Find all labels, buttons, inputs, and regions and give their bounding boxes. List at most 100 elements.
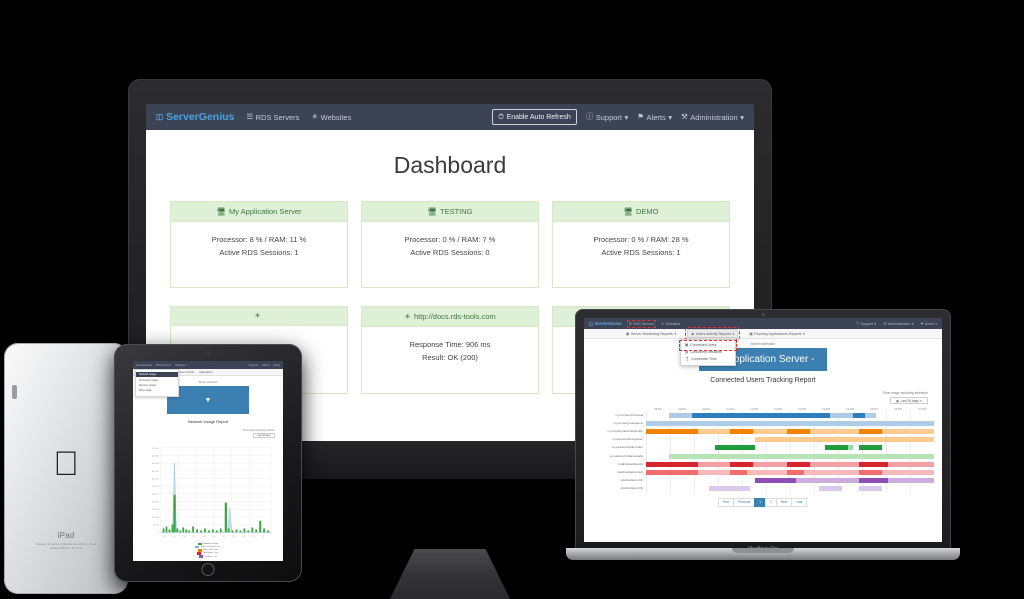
gantt-bar[interactable] xyxy=(859,486,883,492)
menu-item-connection-time[interactable]: ⌛ Connection Time xyxy=(681,356,735,363)
server-card[interactable]: 🖥 My Application Server Processor: 8 % /… xyxy=(170,201,348,289)
pagination-previous[interactable]: Previous xyxy=(732,497,756,507)
laptop-nav-websites[interactable]: ☀ Websites xyxy=(661,322,680,326)
website-card[interactable]: ☀ http://docs.rds-tools.com Response Tim… xyxy=(361,306,539,394)
server-card[interactable]: 🖥 TESTING Processor: 0 % / RAM: 7 % Acti… xyxy=(361,201,539,289)
server-card-header: 🖥 My Application Server xyxy=(171,202,347,222)
svg-text:08: 08 xyxy=(233,536,235,538)
subnav-users-activity-reports[interactable]: ♟ Users Activity Reports ▾ xyxy=(685,327,741,340)
website-card-line1: Response Time: 906 ms xyxy=(409,340,491,350)
nav-item-administration[interactable]: ⚒ Administration ▾ xyxy=(681,113,744,122)
gantt-bar[interactable] xyxy=(864,420,934,426)
laptop-time-range-button[interactable]: ▦ Last 30 days ▾ xyxy=(890,397,928,404)
laptop-nav-support[interactable]: ⓘ Support ▾ xyxy=(856,321,876,326)
gantt-bar[interactable] xyxy=(784,420,802,426)
svg-text:02: 02 xyxy=(173,536,175,538)
server-card-header: 🖥 TESTING xyxy=(362,202,538,222)
menu-item-connected-users[interactable]: ▦ Connected Users xyxy=(679,339,737,351)
laptop-trackpad-notch xyxy=(732,548,794,553)
enable-auto-refresh-button[interactable]: ⏱ Enable Auto Refresh xyxy=(492,109,577,125)
pagination-first[interactable]: First xyxy=(717,497,734,507)
server-card-body: Processor: 8 % / RAM: 11 % Active RDS Se… xyxy=(171,222,347,287)
gantt-row-label: my-company/david.danbertech xyxy=(607,429,643,433)
laptop-camera-icon xyxy=(761,313,765,316)
laptop-nav-rds-servers[interactable]: ☰ RDS Servers xyxy=(626,319,657,328)
gantt-bar[interactable] xyxy=(859,469,883,475)
gantt-row-label: my-company/chris.seda xyxy=(615,413,643,417)
gantt-row-label: my-partners/cordlia.cascadia xyxy=(609,454,643,458)
brand-logo[interactable]: ◫ ServerGenius xyxy=(156,111,234,123)
bell-icon: ⚑ xyxy=(920,321,924,326)
tablet-nav-alerts[interactable]: Alerts xyxy=(273,364,280,367)
gantt-track xyxy=(646,460,934,469)
tablet-navbar: ServerGenius RDS Servers Websites Suppor… xyxy=(133,361,283,369)
gantt-bar[interactable] xyxy=(859,478,888,484)
svg-text:04: 04 xyxy=(193,536,195,538)
nav-label: Administration xyxy=(887,321,911,326)
gantt-bar[interactable] xyxy=(772,412,831,418)
server-card-line1: Processor: 8 % / RAM: 11 % xyxy=(211,235,307,244)
tablet-nav-websites[interactable]: Websites xyxy=(175,364,186,367)
gantt-bar[interactable] xyxy=(729,428,753,434)
gantt-bar[interactable] xyxy=(859,428,883,434)
tablet-time-range-button[interactable]: Last 30 days xyxy=(253,433,275,438)
gantt-bar[interactable] xyxy=(646,461,698,467)
server-card-body: Processor: 0 % / RAM: 28 % Active RDS Se… xyxy=(553,222,729,287)
gantt-bar[interactable] xyxy=(859,453,877,459)
tablet-home-button[interactable] xyxy=(201,563,215,576)
gantt-bar[interactable] xyxy=(755,437,934,443)
chevron-down-icon: ▾ xyxy=(732,331,735,336)
nav-item-rds-servers[interactable]: ☰ RDS Servers xyxy=(246,113,299,122)
tablet-nav-admin[interactable]: Admin xyxy=(262,364,269,367)
gantt-bar[interactable] xyxy=(755,478,796,484)
gantt-bar[interactable] xyxy=(669,453,934,459)
legend-swatch-icon xyxy=(198,555,203,558)
gantt-bar[interactable] xyxy=(729,461,753,467)
gantt-bar[interactable] xyxy=(715,445,756,451)
tablet-subnav-users[interactable]: Users Activity xyxy=(179,371,194,374)
gantt-bar[interactable] xyxy=(692,412,750,418)
pagination-next[interactable]: Next xyxy=(775,497,793,507)
chevron-down-icon: ▾ xyxy=(935,321,937,326)
gantt-bar[interactable] xyxy=(709,486,750,492)
nav-item-support[interactable]: ⓘ Support ▾ xyxy=(586,113,629,122)
laptop-brand-logo[interactable]: ◫ ServerGenius xyxy=(589,321,622,326)
timer-icon: ⌛ xyxy=(685,357,690,362)
gantt-bar[interactable] xyxy=(729,469,747,475)
gantt-bar[interactable] xyxy=(787,469,805,475)
chart-x-ticks: 01 02 03 04 05 06 07 08 09 10 11 xyxy=(164,536,265,538)
server-card-title: TESTING xyxy=(440,207,473,216)
tablet-nav-support[interactable]: Support xyxy=(249,364,258,367)
pagination: First Previous 1 2 Next Last xyxy=(592,497,934,507)
tablet-menu-item-disk-usage[interactable]: Disk Usage xyxy=(136,388,178,393)
svg-text:450 Kb: 450 Kb xyxy=(152,463,160,465)
tablet-subnav-apps[interactable]: Applications xyxy=(199,371,212,374)
menu-item-concurrent-sessions[interactable]: ▧ Concurrent Sessions xyxy=(681,349,735,356)
gantt-bar[interactable] xyxy=(853,412,865,418)
server-card[interactable]: 🖥 DEMO Processor: 0 % / RAM: 28 % Active… xyxy=(552,201,730,289)
nav-item-alerts[interactable]: ⚑ Alerts ▾ xyxy=(637,113,672,122)
laptop-nav-administration[interactable]: ⚒ Administration ▾ xyxy=(883,321,913,326)
tablet-server-select-button[interactable]: ▼ xyxy=(167,386,249,414)
laptop-time-range-label: Time range reporting selection xyxy=(882,391,928,395)
gantt-row: my-partners/camille.roulien xyxy=(592,443,934,452)
gantt-bar[interactable] xyxy=(824,445,848,451)
gantt-bar[interactable] xyxy=(818,486,842,492)
gantt-bar[interactable] xyxy=(859,445,883,451)
nav-item-websites[interactable]: ☀ Websites xyxy=(311,113,351,122)
gantt-bar[interactable] xyxy=(787,428,811,434)
laptop-nav-alerts[interactable]: ⚑ Alerts ▾ xyxy=(920,321,937,326)
gantt-bar[interactable] xyxy=(726,420,750,426)
subnav-running-applications-reports[interactable]: ▦ Running Applications Reports ▾ xyxy=(749,332,804,336)
subnav-server-monitoring-reports[interactable]: ▦ Server Monitoring Reports ▾ xyxy=(626,332,676,336)
tablet-nav-rds[interactable]: RDS Servers xyxy=(156,364,171,367)
server-card-body: Processor: 0 % / RAM: 7 % Active RDS Ses… xyxy=(362,222,538,287)
pagination-last[interactable]: Last xyxy=(791,497,808,507)
gantt-bar[interactable] xyxy=(646,469,698,475)
laptop-base xyxy=(566,548,960,560)
gantt-bar[interactable] xyxy=(859,461,888,467)
gantt-bar[interactable] xyxy=(646,428,698,434)
subnav-label: Users Activity Reports xyxy=(695,331,732,336)
gantt-bar[interactable] xyxy=(787,461,811,467)
tablet-brand[interactable]: ServerGenius xyxy=(136,364,152,367)
